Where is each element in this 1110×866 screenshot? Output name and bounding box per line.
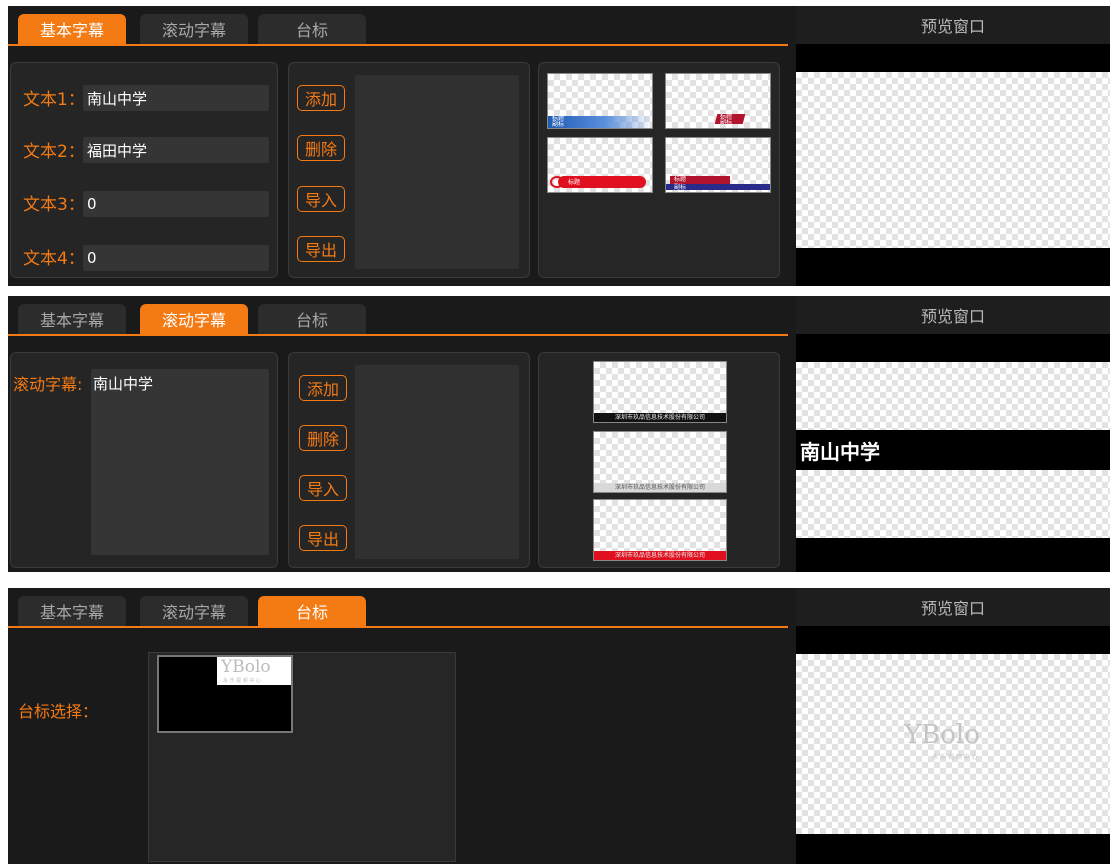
template-text: 深圳市玖品信息技术股份有限公司 xyxy=(614,552,705,559)
tab-scroll-caption[interactable]: 滚动字幕 xyxy=(140,14,248,44)
preview-canvas: YBolo 永 乐 视 频 中 心 xyxy=(796,654,1110,834)
text2-input[interactable] xyxy=(83,137,269,163)
preview-title: 预览窗口 xyxy=(796,6,1110,44)
scroll-caption-label: 滚动字幕: xyxy=(13,375,83,394)
text2-label: 文本2： xyxy=(23,142,85,162)
preview-scroll-text: 南山中学 xyxy=(800,440,880,464)
tab-bar: 基本字幕 滚动字幕 台标 xyxy=(8,588,788,628)
logo-list-panel: YBolo 永 乐 视 频 中 心 xyxy=(148,652,456,862)
template-subtitle: 副标 xyxy=(720,119,733,126)
export-button[interactable]: 导出 xyxy=(297,236,345,262)
text1-label: 文本1： xyxy=(23,90,85,110)
template-text: 深圳市玖品信息技术股份有限公司 xyxy=(614,414,705,421)
tab-logo[interactable]: 台标 xyxy=(258,14,366,44)
template-thumb-2[interactable]: 标题 副标 xyxy=(665,73,771,129)
import-button[interactable]: 导入 xyxy=(297,186,345,212)
scroll-caption-screen: 基本字幕 滚动字幕 台标 滚动字幕: 南山中学 添加 删除 导入 导出 深圳市玖… xyxy=(8,296,1110,572)
tab-underline xyxy=(8,626,788,628)
preview-logo-subtitle: 永 乐 视 频 中 心 xyxy=(932,754,978,761)
preview-window: YBolo 永 乐 视 频 中 心 xyxy=(796,626,1110,864)
tab-logo[interactable]: 台标 xyxy=(258,596,366,626)
template-panel: 标题 副标 标题 副标 标题 标题 副标 xyxy=(538,62,780,278)
add-button[interactable]: 添加 xyxy=(299,375,347,401)
basic-caption-screen: 基本字幕 滚动字幕 台标 文本1： 文本2： 文本3： 文本4： 添加 删除 导… xyxy=(8,6,1110,286)
template-subtitle: 副标 xyxy=(674,184,687,191)
logo-thumb[interactable]: YBolo 永 乐 视 频 中 心 xyxy=(157,655,293,733)
logo-thumb-mark: YBolo 永 乐 视 频 中 心 xyxy=(217,657,291,685)
scroll-text-area[interactable]: 南山中学 xyxy=(91,369,269,555)
template-subtitle: 副标 xyxy=(552,121,565,128)
import-button[interactable]: 导入 xyxy=(299,475,347,501)
logo-select-label: 台标选择： xyxy=(18,702,99,721)
logo-subtitle: 永 乐 视 频 中 心 xyxy=(223,678,261,684)
tab-scroll-caption[interactable]: 滚动字幕 xyxy=(140,304,248,334)
tab-bar: 基本字幕 滚动字幕 台标 xyxy=(8,6,788,46)
preview-canvas xyxy=(796,72,1110,248)
tab-logo[interactable]: 台标 xyxy=(258,304,366,334)
template-title: 标题 xyxy=(568,179,581,186)
preview-window: 南山中学 xyxy=(796,334,1110,572)
tab-basic-caption[interactable]: 基本字幕 xyxy=(18,304,126,334)
template-panel: 深圳市玖品信息技术股份有限公司 深圳市玖品信息技术股份有限公司 深圳市玖品信息技… xyxy=(538,352,780,568)
text1-input[interactable] xyxy=(83,85,269,111)
caption-list[interactable] xyxy=(355,75,519,269)
logo-screen: 基本字幕 滚动字幕 台标 台标选择： YBolo 永 乐 视 频 中 心 预览窗… xyxy=(8,588,1110,864)
scroll-template-1[interactable]: 深圳市玖品信息技术股份有限公司 xyxy=(593,361,727,423)
tab-basic-caption[interactable]: 基本字幕 xyxy=(18,596,126,626)
scroll-text-value: 南山中学 xyxy=(93,375,154,393)
tab-bar: 基本字幕 滚动字幕 台标 xyxy=(8,296,788,336)
tab-underline xyxy=(8,44,788,46)
tab-basic-caption[interactable]: 基本字幕 xyxy=(18,14,126,44)
delete-button[interactable]: 删除 xyxy=(297,135,345,161)
preview-window xyxy=(796,44,1110,286)
caption-list[interactable] xyxy=(355,365,519,559)
tab-scroll-caption[interactable]: 滚动字幕 xyxy=(140,596,248,626)
ring-icon xyxy=(550,176,564,188)
add-button[interactable]: 添加 xyxy=(297,85,345,111)
text4-input[interactable] xyxy=(83,245,269,271)
template-thumb-1[interactable]: 标题 副标 xyxy=(547,73,653,129)
preview-logo-wordmark: YBolo xyxy=(904,720,980,750)
text4-label: 文本4： xyxy=(23,249,85,269)
logo-wordmark: YBolo xyxy=(221,657,271,677)
list-panel: 添加 删除 导入 导出 xyxy=(288,352,530,568)
scroll-caption-strip: 南山中学 xyxy=(796,430,1110,470)
text3-input[interactable] xyxy=(83,191,269,217)
template-thumb-4[interactable]: 标题 副标 xyxy=(665,137,771,193)
scroll-template-2[interactable]: 深圳市玖品信息技术股份有限公司 xyxy=(593,431,727,493)
export-button[interactable]: 导出 xyxy=(299,525,347,551)
template-text: 深圳市玖品信息技术股份有限公司 xyxy=(614,484,705,491)
list-panel: 添加 删除 导入 导出 xyxy=(288,62,530,278)
template-thumb-3[interactable]: 标题 xyxy=(547,137,653,193)
scroll-template-3[interactable]: 深圳市玖品信息技术股份有限公司 xyxy=(593,499,727,561)
scroll-text-panel: 滚动字幕: 南山中学 xyxy=(10,352,278,568)
tab-underline xyxy=(8,334,788,336)
delete-button[interactable]: 删除 xyxy=(299,425,347,451)
text3-label: 文本3： xyxy=(23,195,85,215)
preview-title: 预览窗口 xyxy=(796,588,1110,626)
preview-title: 预览窗口 xyxy=(796,296,1110,334)
text-fields-panel: 文本1： 文本2： 文本3： 文本4： xyxy=(10,62,278,278)
